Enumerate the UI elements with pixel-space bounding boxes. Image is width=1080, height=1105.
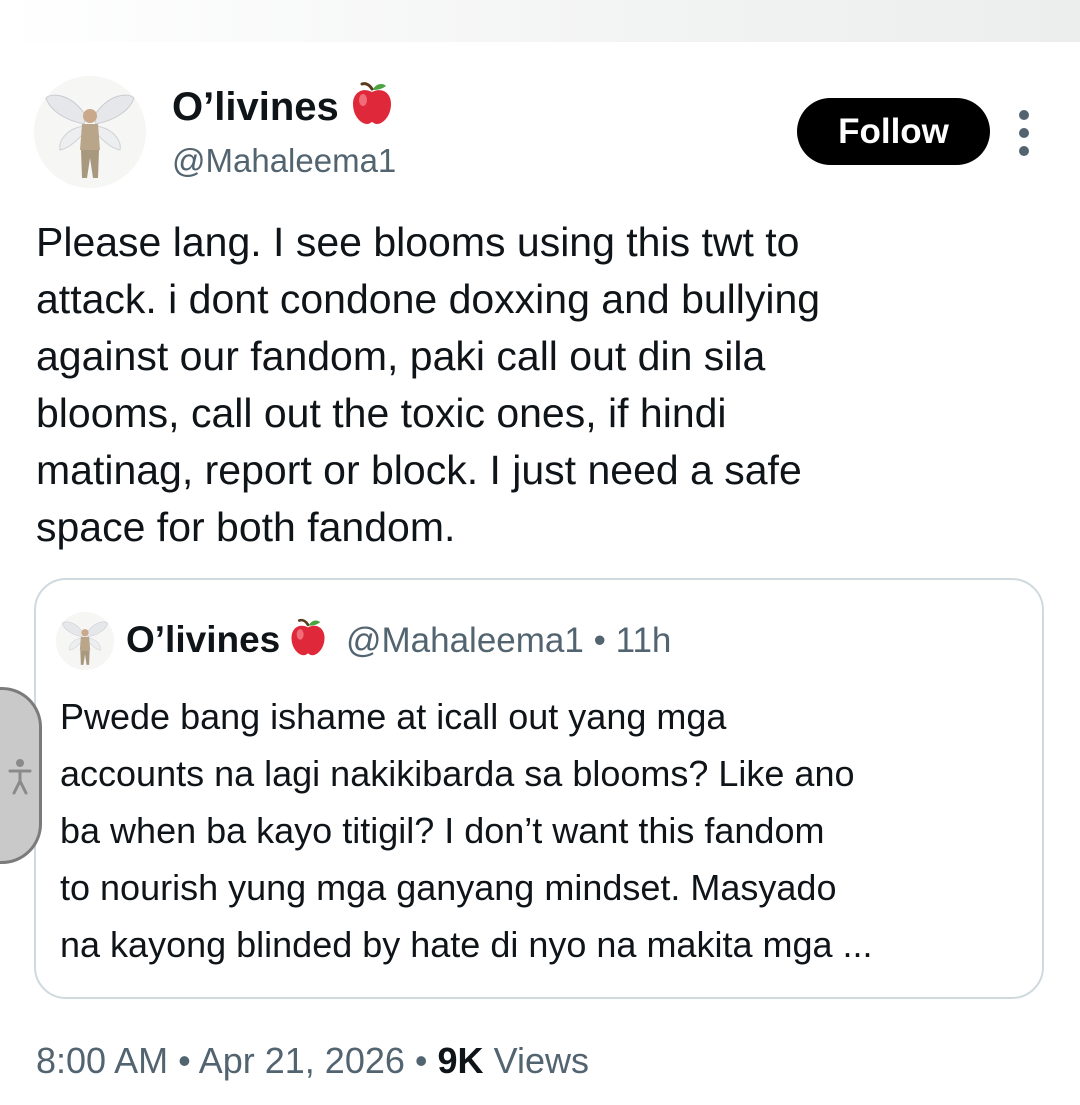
follow-button[interactable]: Follow [797,98,990,165]
red-apple-icon [288,617,328,671]
more-vertical-icon [1019,110,1029,120]
tweet-text: Please lang. I see blooms using this twt… [36,219,821,550]
top-fade-bar [0,0,1080,42]
accessibility-side-tab[interactable] [0,687,42,864]
fairy-avatar-icon [34,76,146,188]
red-apple-icon [349,80,395,137]
accessibility-person-icon [8,758,31,794]
tweet-time[interactable]: 8:00 AM [36,1040,168,1081]
more-vertical-icon-dot [1019,128,1029,138]
quoted-author-name[interactable]: O’livines [126,619,280,660]
tweet-date[interactable]: Apr 21, 2026 [199,1040,405,1081]
meta-separator-2: • [414,1040,428,1081]
quoted-tweet-text: Pwede bang ishame at icall out yang mga … [60,696,873,965]
views-count: 9K [437,1040,484,1081]
author-avatar[interactable] [34,76,146,188]
fairy-avatar-icon [56,612,114,670]
more-vertical-icon-dot [1019,146,1029,156]
author-display-name[interactable]: O’livines [172,80,395,137]
tweet-meta: 8:00 AM • Apr 21, 2026 • 9K Views [36,1036,589,1086]
header-separator: • [593,621,606,660]
meta-separator: • [178,1040,191,1081]
quoted-tweet-time[interactable]: 11h [616,621,672,660]
author-name-text[interactable]: O’livines [172,85,339,129]
more-options-button[interactable] [1010,110,1038,156]
views-label: Views [493,1040,589,1081]
quoted-author-avatar[interactable] [56,612,114,670]
quoted-author-handle[interactable]: @Mahaleema1 [346,621,584,660]
quoted-tweet-header: O’livines @Mahaleema1 • 11h [126,615,671,671]
author-handle[interactable]: @Mahaleema1 [172,141,396,181]
